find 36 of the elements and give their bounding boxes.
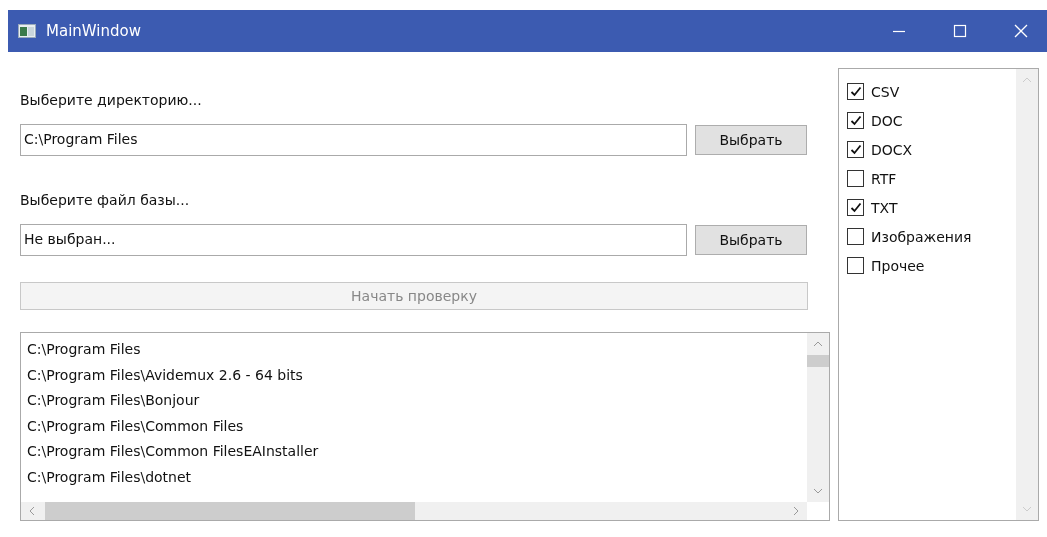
list-item[interactable]: C:\Program Files\Bonjour: [27, 388, 801, 414]
path-field[interactable]: Не выбран...: [20, 224, 687, 256]
scroll-up-icon[interactable]: [1022, 77, 1032, 83]
list-item[interactable]: C:\Program Files\Common FilesEAInstaller: [27, 439, 801, 465]
list-item[interactable]: C:\Program Files\Avidemux 2.6 - 64 bits: [27, 362, 801, 389]
scroll-down-icon[interactable]: [1022, 506, 1032, 512]
scroll-right-icon[interactable]: [793, 506, 799, 516]
browse-button[interactable]: Выбрать: [695, 225, 807, 255]
list-item[interactable]: C:\Program Files\Common Files: [27, 413, 801, 440]
file-type-checkbox[interactable]: RTF: [847, 164, 897, 193]
checkmark-icon: [849, 144, 862, 155]
browse-button[interactable]: Выбрать: [695, 125, 807, 155]
path-field[interactable]: C:\Program Files: [20, 124, 687, 156]
field-label: Выберите директорию...: [20, 92, 203, 108]
field-label: Выберите файл базы...: [20, 192, 191, 208]
maximize-icon[interactable]: [953, 24, 967, 38]
list-item[interactable]: C:\Program Files\dotnet: [27, 464, 801, 491]
file-type-checkbox[interactable]: Изображения: [847, 222, 972, 251]
close-icon[interactable]: [1014, 24, 1028, 38]
checkmark-icon: [849, 115, 862, 126]
window-title: MainWindow: [46, 22, 141, 40]
scrollbar-thumb[interactable]: [45, 502, 415, 520]
scrollbar-thumb[interactable]: [807, 355, 829, 367]
list-item[interactable]: C:\Program Files: [27, 337, 801, 363]
file-type-checkbox[interactable]: TXT: [847, 193, 898, 222]
scroll-up-icon[interactable]: [813, 341, 823, 347]
scroll-down-icon[interactable]: [813, 488, 823, 494]
file-type-checkbox[interactable]: CSV: [847, 77, 900, 106]
checkmark-icon: [849, 202, 862, 213]
file-type-checkbox[interactable]: DOCX: [847, 135, 913, 164]
scroll-left-icon[interactable]: [29, 506, 35, 516]
window-icon: [18, 24, 36, 38]
file-type-checkbox[interactable]: Прочее: [847, 251, 925, 280]
file-type-checkbox[interactable]: DOC: [847, 106, 903, 135]
checkmark-icon: [849, 86, 862, 97]
horizontal-scrollbar[interactable]: [21, 502, 807, 520]
